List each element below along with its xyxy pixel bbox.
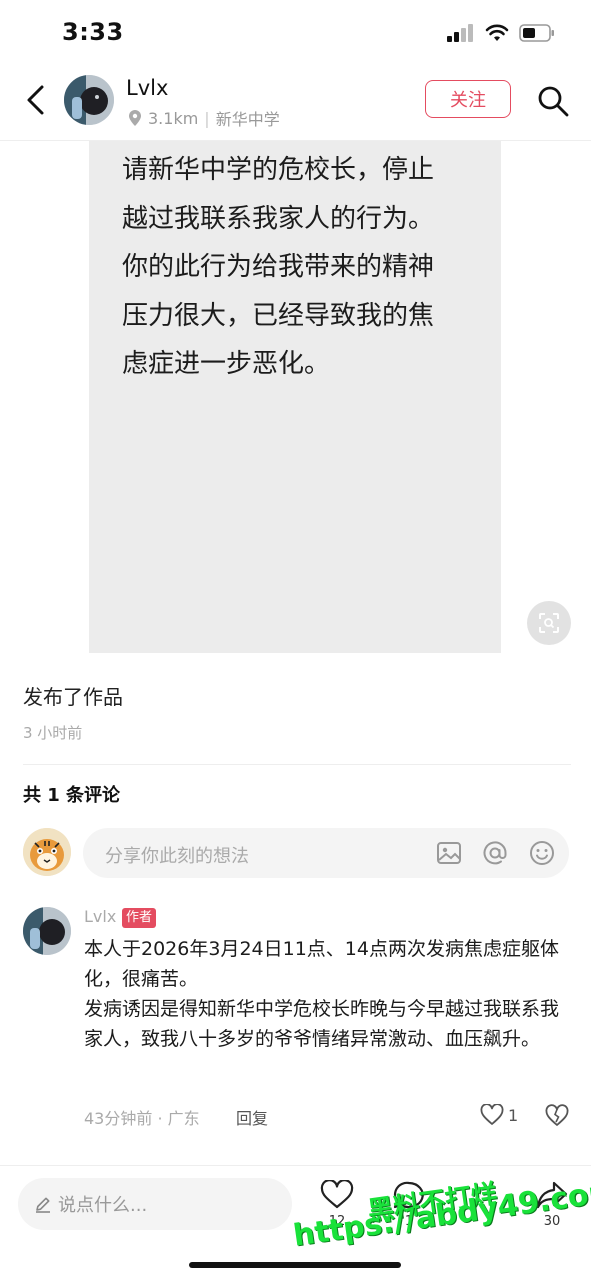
pencil-icon (36, 1197, 50, 1213)
nav-header: Lvlx 3.1km | 新华中学 关注 (0, 62, 591, 141)
post-time: 3 小时前 (23, 724, 83, 742)
meta-separator: | (204, 108, 210, 128)
emoji-icon[interactable] (529, 840, 555, 866)
author-avatar[interactable] (64, 75, 114, 125)
search-icon[interactable] (536, 84, 570, 118)
broken-heart-icon[interactable] (545, 1104, 569, 1128)
heart-icon (320, 1179, 354, 1209)
bottom-input-placeholder: 说点什么... (58, 1195, 148, 1216)
post-line: 虑症进一步恶化。 (122, 349, 331, 379)
post-line: 请新华中学的危校长，停止 (122, 155, 435, 185)
distance-text: 3.1km (148, 108, 199, 128)
scan-icon (539, 613, 559, 633)
follow-button[interactable]: 关注 (425, 80, 511, 118)
author-location: 3.1km | 新华中学 (128, 106, 280, 130)
battery-icon (519, 24, 554, 42)
home-indicator (189, 1262, 401, 1268)
reply-button[interactable]: 回复 (236, 1105, 268, 1129)
divider (23, 764, 571, 765)
back-arrow-icon[interactable] (18, 82, 54, 118)
status-time: 3:33 (62, 18, 124, 46)
status-icons (447, 24, 555, 42)
comment-text: 本人于2026年3月24日11点、14点两次发病焦虑症躯体化，很痛苦。 发病诱因… (84, 938, 560, 1050)
comment-input-placeholder: 分享你此刻的想法 (105, 846, 249, 867)
commenter-avatar[interactable] (23, 907, 71, 955)
comment-meta: 43分钟前 · 广东 (84, 1109, 200, 1128)
comment-count: 共 1 条评论 (23, 785, 121, 806)
wifi-icon (485, 24, 509, 41)
my-avatar[interactable] (23, 828, 71, 876)
post-line: 压力很大，已经导致我的焦 (122, 300, 435, 331)
commenter-name[interactable]: Lvlx (84, 907, 116, 926)
author-name[interactable]: Lvlx (126, 76, 168, 100)
post-line: 越过我联系我家人的行为。 (122, 203, 435, 234)
image-picker-icon[interactable] (436, 840, 462, 866)
signal-icon (447, 24, 473, 42)
author-badge: 作者 (122, 908, 157, 928)
comment-input[interactable]: 分享你此刻的想法 (83, 828, 569, 878)
bottom-comment-input[interactable]: 说点什么... (18, 1178, 292, 1230)
bottom-divider (0, 1165, 591, 1166)
post-image-text: 请新华中学的危校长，停止 越过我联系我家人的行为。 你的此行为给我带来的精神 压… (122, 146, 462, 389)
comment-like-button[interactable]: 1 (480, 1104, 518, 1126)
school-text: 新华中学 (215, 110, 280, 129)
image-scan-button[interactable] (527, 601, 571, 645)
post-line: 你的此行为给我带来的精神 (122, 252, 435, 282)
comment-like-count: 1 (508, 1105, 519, 1125)
location-pin-icon (129, 110, 141, 126)
heart-icon (480, 1104, 504, 1125)
mention-icon[interactable] (482, 840, 508, 866)
post-caption: 发布了作品 (23, 685, 123, 709)
